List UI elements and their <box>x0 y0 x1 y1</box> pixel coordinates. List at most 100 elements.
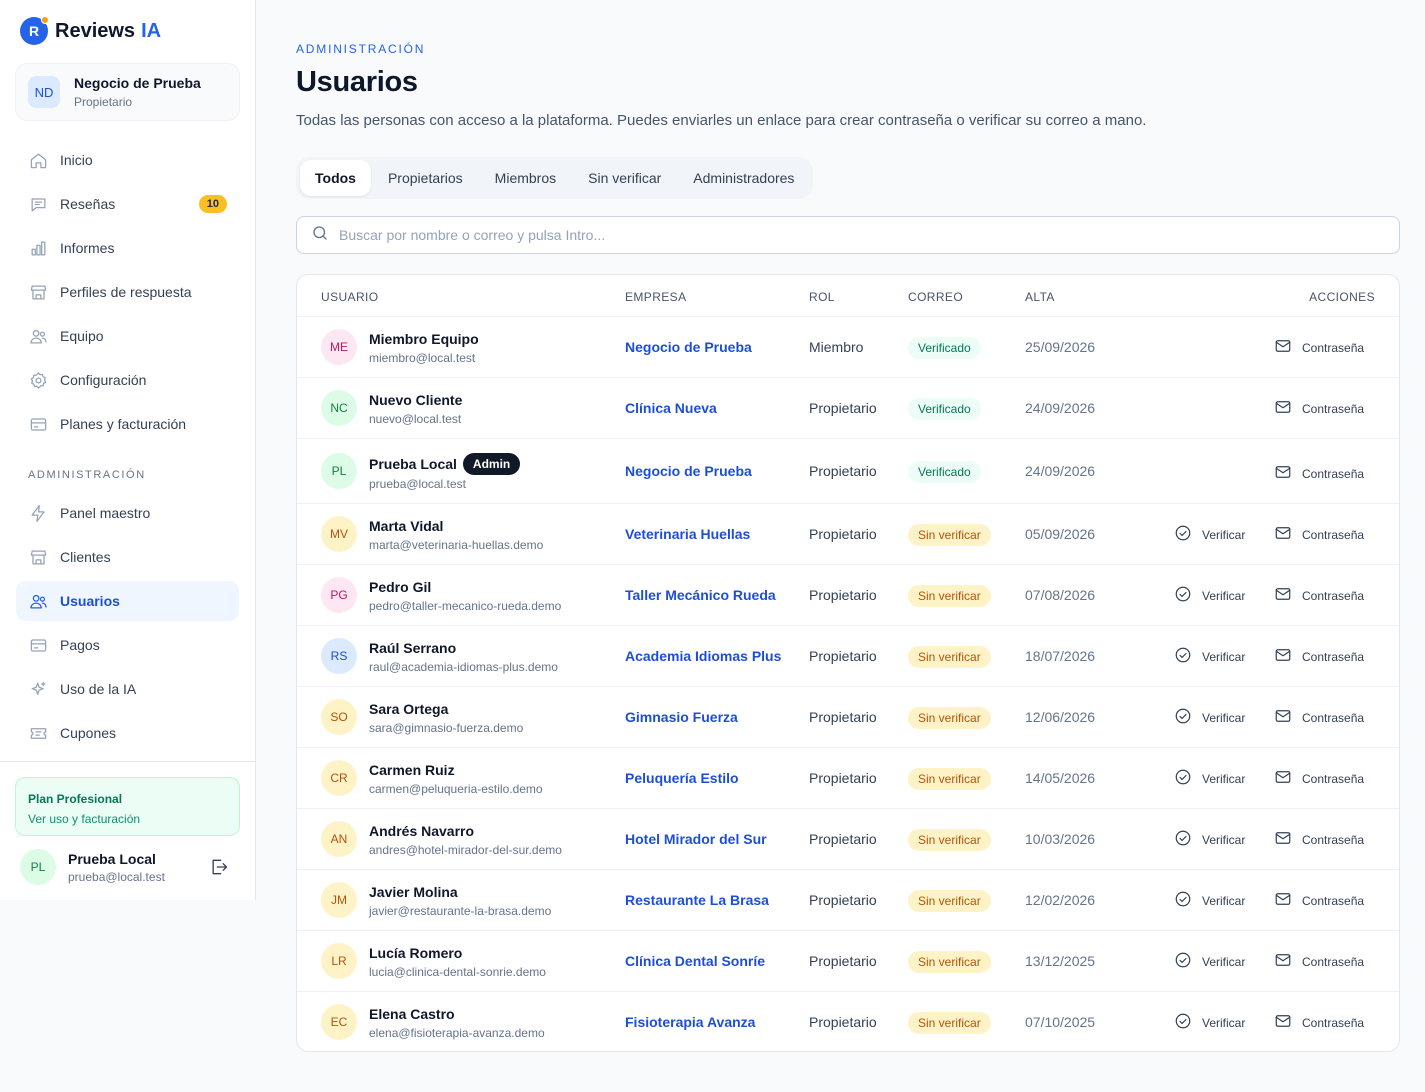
plan-card[interactable]: Plan Profesional Ver uso y facturación <box>15 777 240 836</box>
user-name-cell: Carmen Ruiz <box>369 762 455 778</box>
nav-item-configuracion[interactable]: Configuración <box>16 360 239 400</box>
signup-date: 10/03/2026 <box>1025 831 1096 847</box>
password-button[interactable]: Contraseña <box>1274 524 1364 545</box>
password-button[interactable]: Contraseña <box>1274 337 1364 358</box>
tab-administradores[interactable]: Administradores <box>678 160 809 196</box>
password-button[interactable]: Contraseña <box>1274 707 1364 728</box>
search-icon <box>311 224 329 247</box>
tab-todos[interactable]: Todos <box>300 160 371 196</box>
user-name-cell: Sara Ortega <box>369 701 448 717</box>
nav-label: Configuración <box>60 372 147 388</box>
password-button[interactable]: Contraseña <box>1274 890 1364 911</box>
password-button[interactable]: Contraseña <box>1274 398 1364 419</box>
company-link[interactable]: Gimnasio Fuerza <box>625 709 738 725</box>
nav-item-perfiles[interactable]: Perfiles de respuesta <box>16 272 239 312</box>
avatar: PL <box>321 453 357 489</box>
signup-date: 07/10/2025 <box>1025 1014 1096 1030</box>
user-role: Propietario <box>809 953 877 969</box>
company-link[interactable]: Academia Idiomas Plus <box>625 648 781 664</box>
page-eyebrow: ADMINISTRACIÓN <box>296 42 426 56</box>
plan-link[interactable]: Ver uso y facturación <box>28 812 227 826</box>
verify-button[interactable]: Verificar <box>1174 707 1245 728</box>
nav-item-panel-maestro[interactable]: Panel maestro <box>16 493 239 533</box>
business-name: Negocio de Prueba <box>74 75 201 91</box>
verify-button[interactable]: Verificar <box>1174 524 1245 545</box>
bar-chart-icon <box>28 238 48 258</box>
sidebar: R Reviews IA ND Negocio de Prueba Propiet… <box>0 0 256 900</box>
status-badge: Verificado <box>908 398 981 420</box>
password-button[interactable]: Contraseña <box>1274 1012 1364 1033</box>
sidebar-divider <box>0 761 255 762</box>
password-button[interactable]: Contraseña <box>1274 646 1364 667</box>
nav-item-resenas[interactable]: Reseñas 10 <box>16 184 239 224</box>
check-circle-icon <box>1174 524 1202 545</box>
verify-button[interactable]: Verificar <box>1174 646 1245 667</box>
nav-item-planes[interactable]: Planes y facturación <box>16 404 239 444</box>
nav-item-inicio[interactable]: Inicio <box>16 140 239 180</box>
nav-item-clientes[interactable]: Clientes <box>16 537 239 577</box>
password-button[interactable]: Contraseña <box>1274 463 1364 484</box>
nav-item-cupones[interactable]: Cupones <box>16 713 239 753</box>
verify-button[interactable]: Verificar <box>1174 951 1245 972</box>
company-link[interactable]: Negocio de Prueba <box>625 463 752 479</box>
password-button[interactable]: Contraseña <box>1274 585 1364 606</box>
mail-icon <box>1274 707 1302 728</box>
status-badge: Verificado <box>908 337 981 359</box>
user-role: Propietario <box>809 587 877 603</box>
logout-icon[interactable] <box>209 857 229 877</box>
verify-button[interactable]: Verificar <box>1174 768 1245 789</box>
verify-button[interactable]: Verificar <box>1174 829 1245 850</box>
signup-date: 05/09/2026 <box>1025 526 1096 542</box>
credit-card-icon <box>28 414 48 434</box>
avatar: CR <box>321 760 357 796</box>
users-table: USUARIO EMPRESA ROL CORREO ALTA ACCIONES… <box>296 274 1400 1052</box>
tab-sin-verificar[interactable]: Sin verificar <box>573 160 676 196</box>
verify-button[interactable]: Verificar <box>1174 585 1245 606</box>
nav-item-usuarios[interactable]: Usuarios <box>16 581 239 621</box>
gear-icon <box>28 370 48 390</box>
verify-button[interactable]: Verificar <box>1174 890 1245 911</box>
password-label: Contraseña <box>1302 832 1365 847</box>
logo-letter: R <box>28 23 40 39</box>
password-button[interactable]: Contraseña <box>1274 829 1364 850</box>
user-role: Miembro <box>809 339 864 355</box>
password-label: Contraseña <box>1302 401 1365 416</box>
status-badge: Sin verificar <box>908 524 991 546</box>
avatar: SO <box>321 699 357 735</box>
app-logo[interactable]: R Reviews IA <box>20 16 161 45</box>
credit-card-icon <box>28 635 48 655</box>
verify-button[interactable]: Verificar <box>1174 1012 1245 1033</box>
tab-miembros[interactable]: Miembros <box>480 160 571 196</box>
company-link[interactable]: Peluquería Estilo <box>625 770 739 786</box>
user-email: prueba@local.test <box>369 477 466 491</box>
nav-item-pagos[interactable]: Pagos <box>16 625 239 665</box>
nav-item-equipo[interactable]: Equipo <box>16 316 239 356</box>
password-button[interactable]: Contraseña <box>1274 768 1364 789</box>
company-link[interactable]: Taller Mecánico Rueda <box>625 587 776 603</box>
tab-propietarios[interactable]: Propietarios <box>373 160 478 196</box>
company-link[interactable]: Clínica Nueva <box>625 400 717 416</box>
avatar: NC <box>321 390 357 426</box>
signup-date: 13/12/2025 <box>1025 953 1096 969</box>
user-name: Elena Castro <box>369 1006 455 1022</box>
company-link[interactable]: Restaurante La Brasa <box>625 892 769 908</box>
check-circle-icon <box>1174 951 1202 972</box>
password-button[interactable]: Contraseña <box>1274 951 1364 972</box>
business-switcher[interactable]: ND Negocio de Prueba Propietario <box>15 63 240 121</box>
company-link[interactable]: Negocio de Prueba <box>625 339 752 355</box>
user-email: elena@fisioterapia-avanza.demo <box>369 1026 545 1040</box>
nav-label: Informes <box>60 240 115 256</box>
avatar: RS <box>321 638 357 674</box>
header-user: USUARIO <box>321 290 379 304</box>
table-row: JM Javier Molina javier@restaurante-la-bra… <box>297 870 1399 931</box>
company-link[interactable]: Clínica Dental Sonríe <box>625 953 765 969</box>
company-link[interactable]: Fisioterapia Avanza <box>625 1014 755 1030</box>
signup-date: 24/09/2026 <box>1025 463 1096 479</box>
search-input[interactable] <box>339 227 1339 243</box>
nav-item-informes[interactable]: Informes <box>16 228 239 268</box>
header-date: ALTA <box>1025 290 1055 304</box>
company-link[interactable]: Hotel Mirador del Sur <box>625 831 767 847</box>
company-link[interactable]: Veterinaria Huellas <box>625 526 750 542</box>
nav-item-uso-ia[interactable]: Uso de la IA <box>16 669 239 709</box>
user-role: Propietario <box>809 1014 877 1030</box>
